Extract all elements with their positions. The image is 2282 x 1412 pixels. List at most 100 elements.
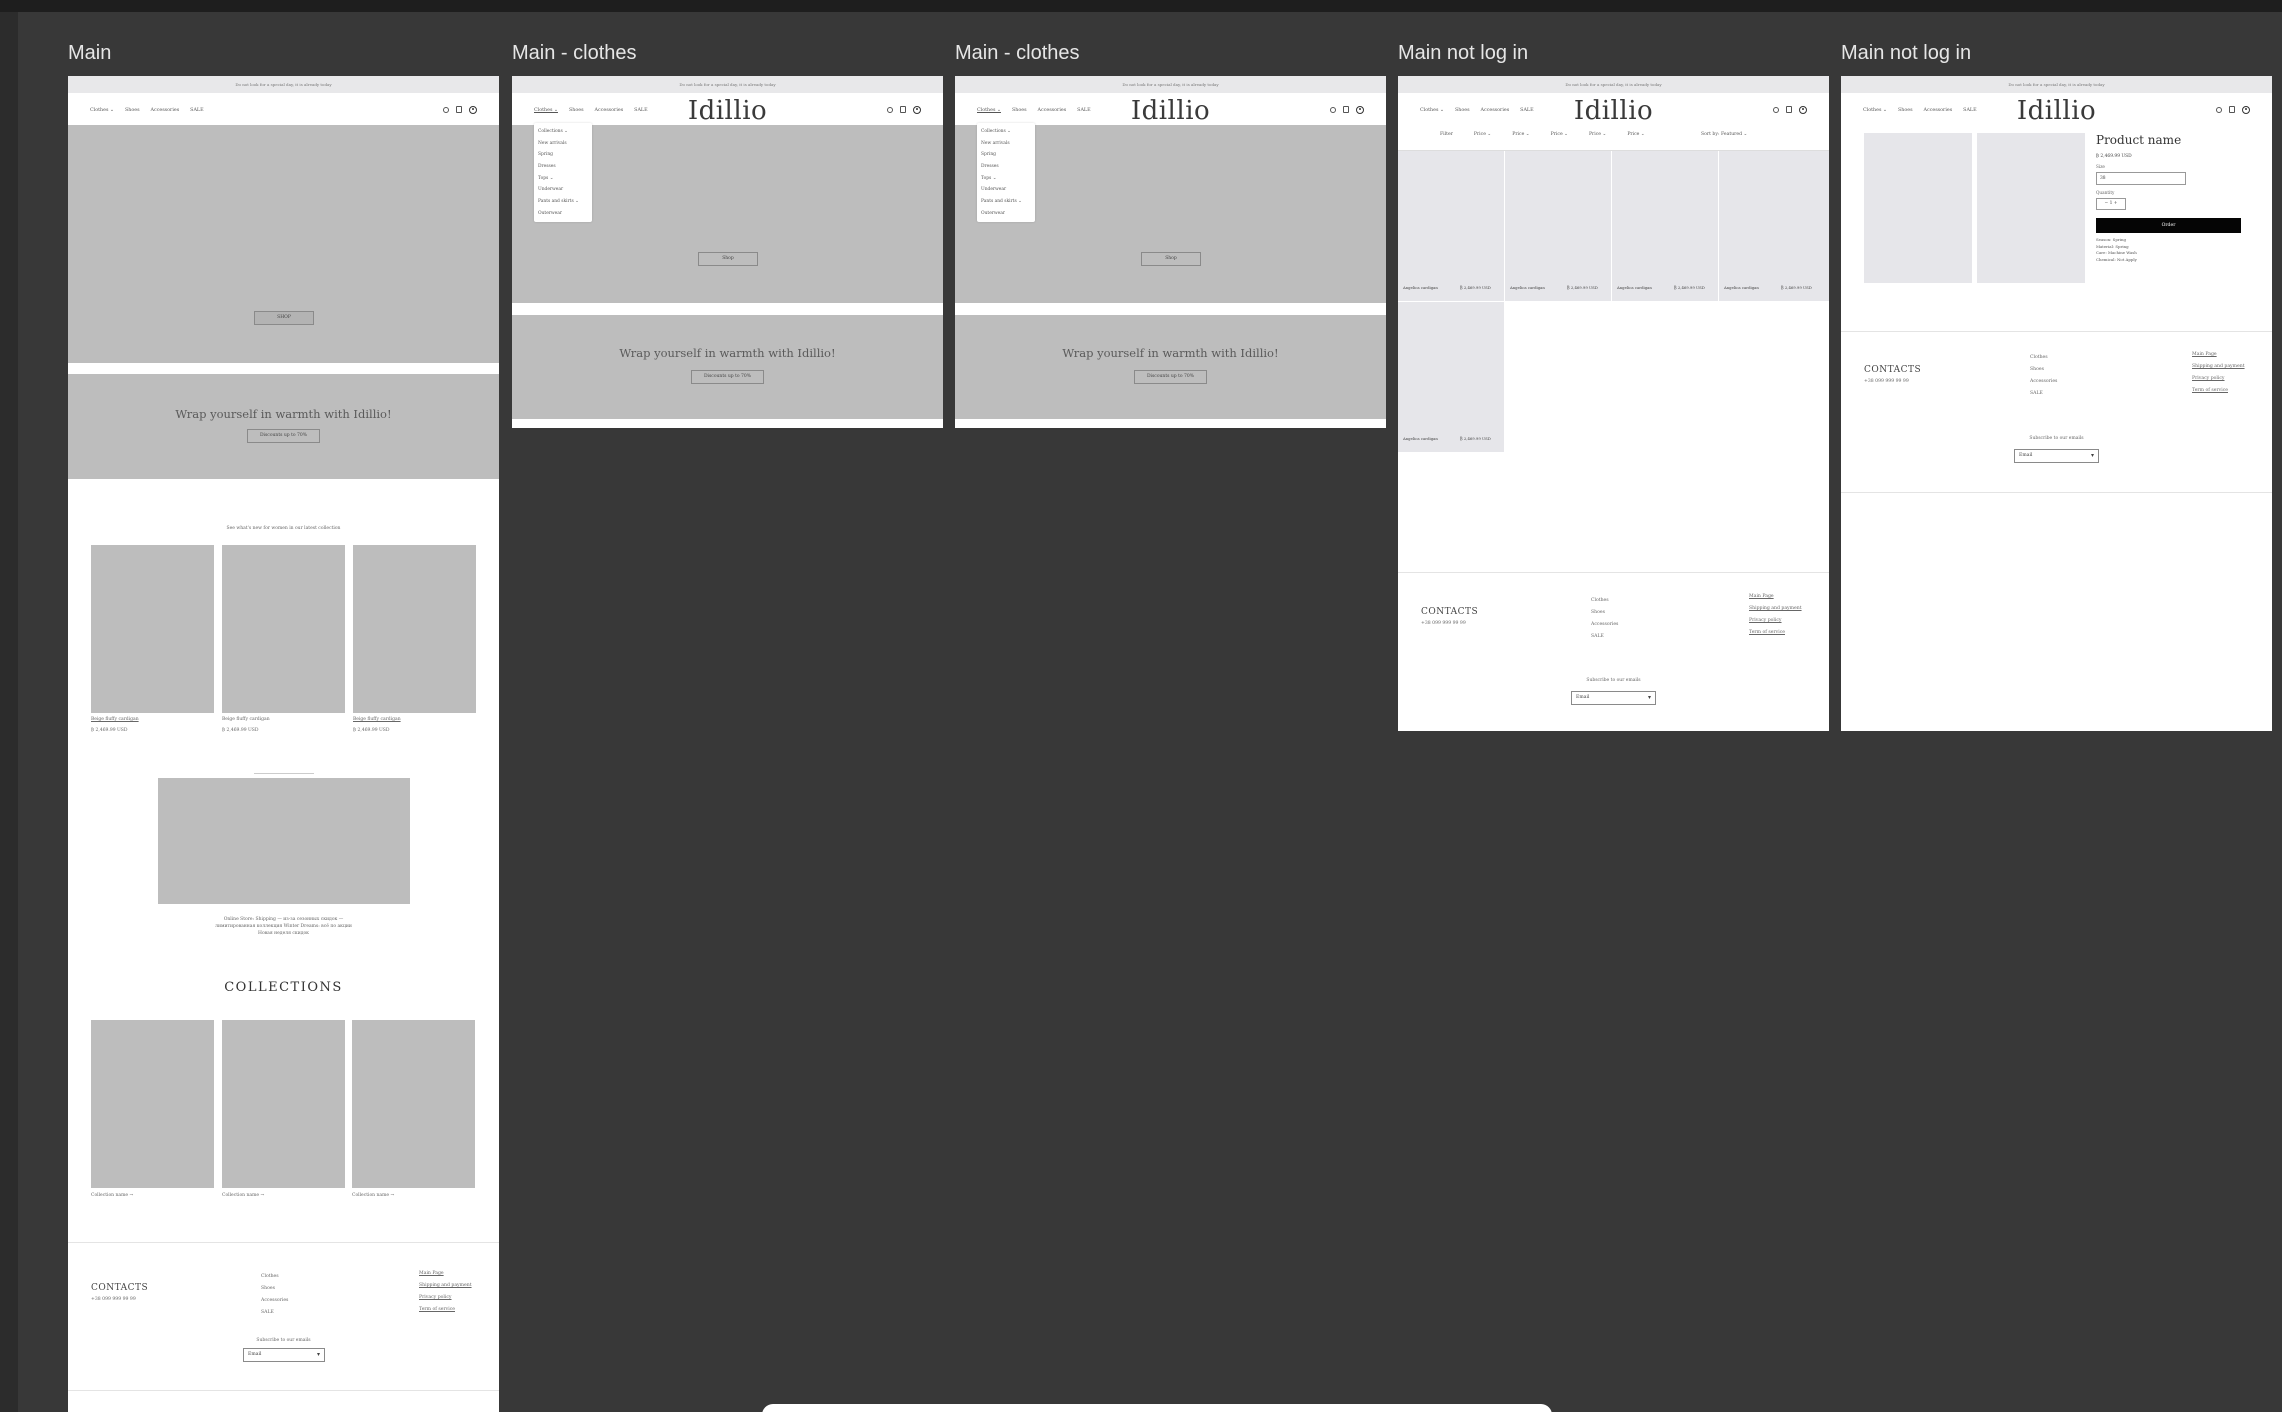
card-name[interactable]: Angelica cardigan <box>1510 285 1545 290</box>
search-icon[interactable] <box>887 107 893 113</box>
footer-link[interactable]: Privacy policy <box>1749 615 1802 627</box>
banner-discount-button[interactable]: Discounts up to 70% <box>691 370 764 384</box>
product-image[interactable] <box>353 545 476 713</box>
nav-accessories[interactable]: Accessories <box>1038 108 1067 113</box>
dropdown-item[interactable]: Spring <box>538 149 588 161</box>
footer-link[interactable]: Main Page <box>1749 591 1802 603</box>
frame-title-not-logged-2[interactable]: Main not log in <box>1841 42 1971 65</box>
nav-clothes[interactable]: Clothes ⌄ <box>90 108 114 113</box>
catalog-card[interactable] <box>1719 151 1829 301</box>
contact-phone[interactable]: +38 099 999 99 99 <box>1421 618 1466 630</box>
bag-icon[interactable] <box>1343 106 1349 113</box>
filter-button[interactable]: Filter <box>1440 132 1453 137</box>
footer-link[interactable]: Accessories <box>2030 376 2057 388</box>
nav-sale[interactable]: SALE <box>1963 108 1976 113</box>
email-field[interactable]: Email <box>1571 691 1656 705</box>
dropdown-item[interactable]: Dresses <box>981 161 1031 173</box>
frame-title-main[interactable]: Main <box>68 42 111 65</box>
product-name[interactable]: Beige fluffy cardigan <box>91 717 139 722</box>
footer-link[interactable]: Clothes <box>261 1271 288 1283</box>
nav-sale[interactable]: SALE <box>634 108 647 113</box>
dropdown-item[interactable]: Collections ⌄ <box>981 126 1031 138</box>
site-logo[interactable]: Idillio <box>1131 96 1210 126</box>
card-name[interactable]: Angelica cardigan <box>1724 285 1759 290</box>
frame-title-clothes-1[interactable]: Main - clothes <box>512 42 637 65</box>
footer-link[interactable]: Accessories <box>1591 619 1618 631</box>
footer-link[interactable]: SALE <box>2030 388 2057 400</box>
nav-sale[interactable]: SALE <box>1520 108 1533 113</box>
footer-link[interactable]: Term of service <box>1749 627 1802 639</box>
bag-icon[interactable] <box>1786 106 1792 113</box>
hero-shop-button[interactable]: SHOP <box>254 311 314 325</box>
collection-link[interactable]: Collection name → <box>222 1193 264 1198</box>
filter-price[interactable]: Price ⌄ <box>1474 132 1491 137</box>
nav-clothes[interactable]: Clothes ⌄ <box>1420 108 1444 113</box>
nav-shoes[interactable]: Shoes <box>1455 108 1470 113</box>
product-image[interactable] <box>222 545 345 713</box>
order-button[interactable]: Order <box>2096 218 2241 233</box>
nav-clothes[interactable]: Clothes ⌄ <box>534 108 558 113</box>
dropdown-item[interactable]: Underwear <box>538 184 588 196</box>
footer-link[interactable]: Shipping and payment <box>1749 603 1802 615</box>
footer-link[interactable]: Main Page <box>419 1268 472 1280</box>
account-icon[interactable] <box>1356 106 1364 114</box>
footer-link[interactable]: SALE <box>261 1307 288 1319</box>
footer-link[interactable]: Accessories <box>261 1295 288 1307</box>
email-field[interactable]: Email <box>2014 449 2099 463</box>
dropdown-item[interactable]: Tops ⌄ <box>538 173 588 185</box>
catalog-card[interactable] <box>1398 302 1504 452</box>
nav-shoes[interactable]: Shoes <box>1012 108 1027 113</box>
card-name[interactable]: Angelica cardigan <box>1403 436 1438 441</box>
bag-icon[interactable] <box>456 106 462 113</box>
quantity-stepper[interactable]: − 1 + <box>2096 198 2126 210</box>
frame-product-not-logged[interactable]: Do not look for a special day, it is alr… <box>1841 76 2272 731</box>
dropdown-item[interactable]: Tops ⌄ <box>981 173 1031 185</box>
product-name[interactable]: Beige fluffy cardigan <box>353 717 401 722</box>
collection-link[interactable]: Collection name → <box>352 1193 394 1198</box>
search-icon[interactable] <box>1773 107 1779 113</box>
collection-image[interactable] <box>222 1020 345 1188</box>
footer-link[interactable]: Shipping and payment <box>2192 361 2245 373</box>
search-icon[interactable] <box>1330 107 1336 113</box>
bag-icon[interactable] <box>900 106 906 113</box>
nav-sale[interactable]: SALE <box>1077 108 1090 113</box>
dropdown-item[interactable]: New arrivals <box>538 138 588 150</box>
footer-link[interactable]: Privacy policy <box>2192 373 2245 385</box>
product-image[interactable] <box>91 545 214 713</box>
dropdown-item[interactable]: Dresses <box>538 161 588 173</box>
contact-phone[interactable]: +38 099 999 99 99 <box>1864 376 1909 388</box>
footer-link[interactable]: Clothes <box>1591 595 1618 607</box>
catalog-card[interactable] <box>1612 151 1718 301</box>
collection-image[interactable] <box>91 1020 214 1188</box>
catalog-card[interactable] <box>1505 151 1611 301</box>
site-logo[interactable]: Idillio <box>688 96 767 126</box>
footer-link[interactable]: Privacy policy <box>419 1292 472 1304</box>
nav-clothes[interactable]: Clothes ⌄ <box>977 108 1001 113</box>
account-icon[interactable] <box>469 106 477 114</box>
frame-main[interactable]: Do not look for a special day, it is alr… <box>68 76 499 1412</box>
account-icon[interactable] <box>913 106 921 114</box>
footer-link[interactable]: Term of service <box>2192 385 2245 397</box>
nav-accessories[interactable]: Accessories <box>595 108 624 113</box>
dropdown-item[interactable]: Collections ⌄ <box>538 126 588 138</box>
banner-discount-button[interactable]: Discounts up to 70% <box>1134 370 1207 384</box>
dropdown-item[interactable]: Underwear <box>981 184 1031 196</box>
email-field[interactable]: Email <box>243 1348 325 1362</box>
footer-link[interactable]: Term of service <box>419 1304 472 1316</box>
dropdown-item[interactable]: Outerwear <box>538 208 588 220</box>
footer-link[interactable]: Shipping and payment <box>419 1280 472 1292</box>
contact-phone[interactable]: +38 099 999 99 99 <box>91 1294 136 1306</box>
nav-accessories[interactable]: Accessories <box>151 108 180 113</box>
frame-catalog-not-logged[interactable]: Do not look for a special day, it is alr… <box>1398 76 1829 731</box>
frame-clothes-1[interactable]: Do not look for a special day, it is alr… <box>512 76 943 428</box>
bottom-toolbar[interactable] <box>762 1404 1552 1412</box>
nav-shoes[interactable]: Shoes <box>1898 108 1913 113</box>
product-gallery-image[interactable] <box>1864 133 1972 283</box>
dropdown-item[interactable]: Pants and skirts ⌄ <box>538 196 588 208</box>
product-name[interactable]: Beige fluffy cardigan <box>222 717 270 722</box>
nav-accessories[interactable]: Accessories <box>1924 108 1953 113</box>
catalog-card[interactable] <box>1398 151 1504 301</box>
frame-clothes-2[interactable]: Do not look for a special day, it is alr… <box>955 76 1386 428</box>
footer-link[interactable]: Shoes <box>2030 364 2057 376</box>
nav-shoes[interactable]: Shoes <box>125 108 140 113</box>
